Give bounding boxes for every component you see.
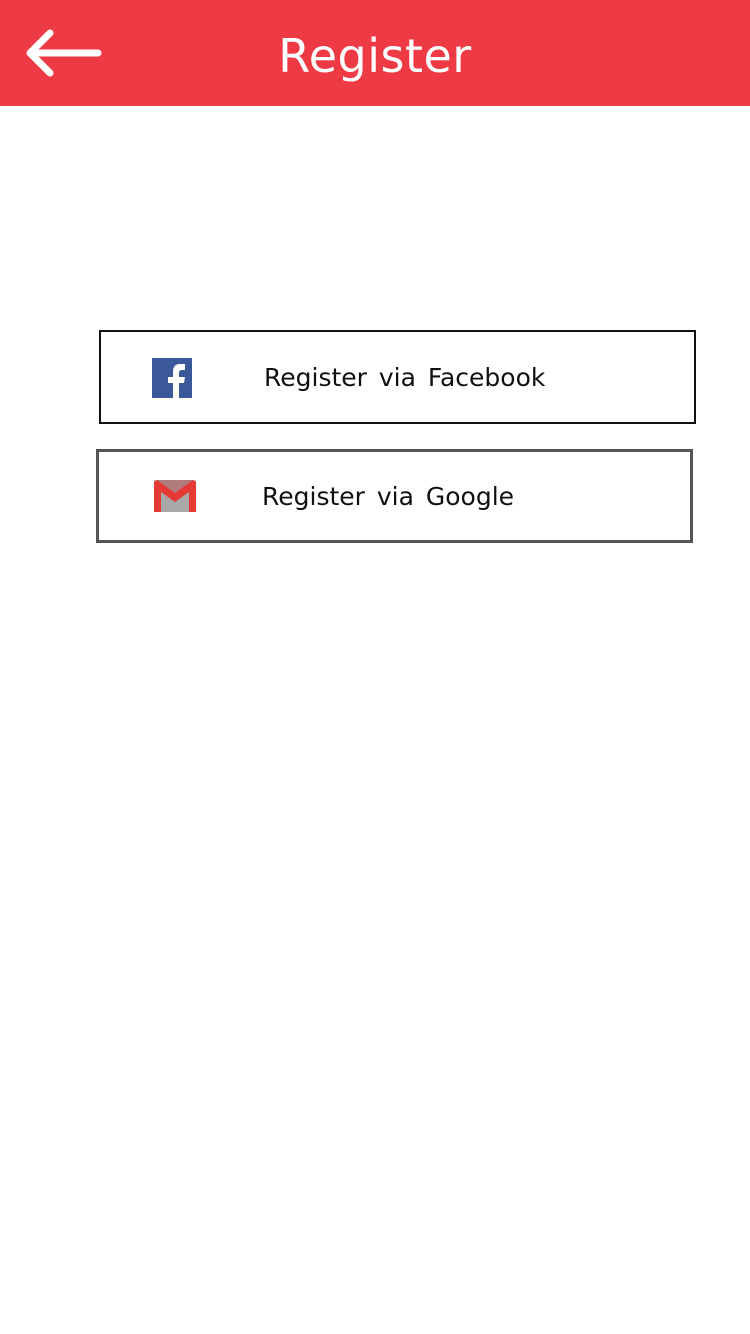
register-facebook-button[interactable]: Register via Facebook: [99, 330, 696, 424]
google-button-label: Register via Google: [262, 481, 515, 511]
page-title: Register: [278, 29, 472, 83]
facebook-icon: [152, 358, 192, 398]
app-bar: Register: [0, 0, 750, 106]
register-google-button[interactable]: Register via Google: [96, 449, 693, 543]
gmail-icon: [154, 480, 196, 512]
register-screen: Register Register via Facebook Register …: [0, 0, 750, 1334]
facebook-button-label: Register via Facebook: [264, 362, 546, 392]
